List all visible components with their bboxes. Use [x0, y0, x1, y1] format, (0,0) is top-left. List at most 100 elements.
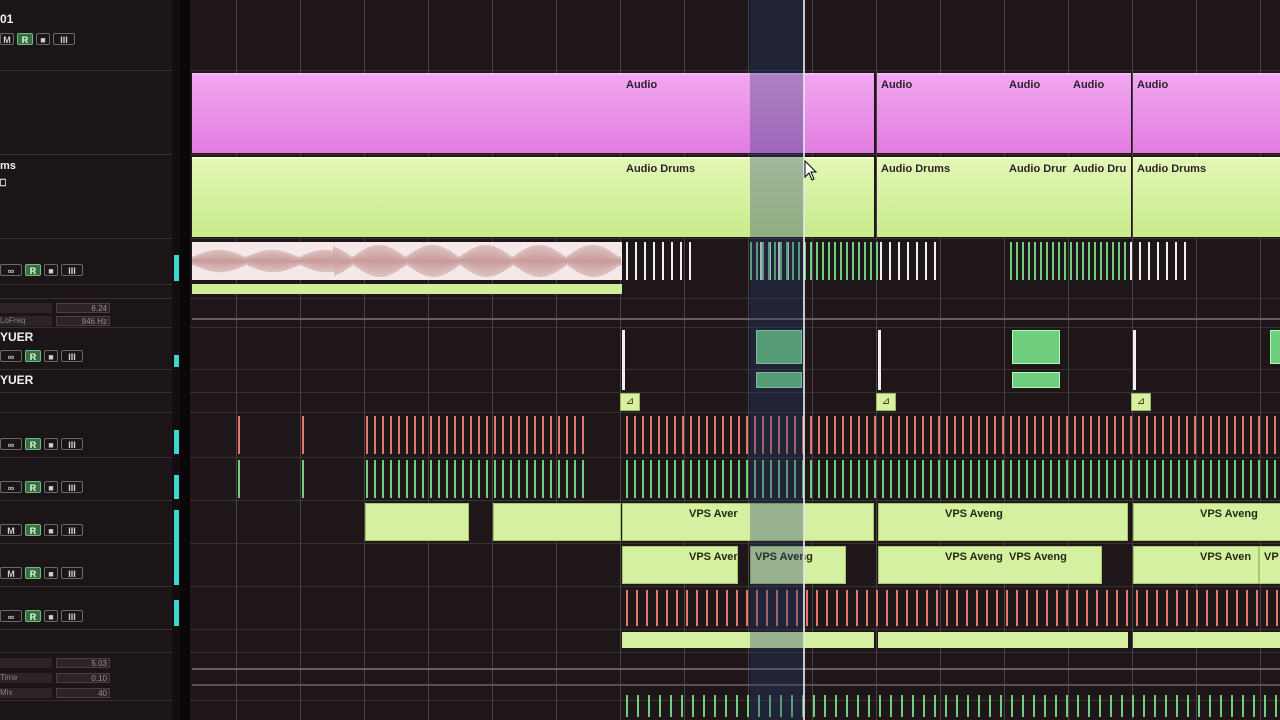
stop-button[interactable]: ■ — [44, 350, 58, 362]
param-value-field[interactable]: 40 — [56, 688, 110, 698]
playhead[interactable] — [803, 0, 805, 720]
stop-button[interactable]: ■ — [44, 524, 58, 536]
waveform-clip[interactable] — [192, 242, 622, 280]
param-value-field[interactable]: 5.03 — [56, 658, 110, 668]
audio-drums-clip[interactable]: Audio Dru — [1069, 157, 1131, 237]
stop-button[interactable]: ■ — [36, 33, 50, 45]
link-button[interactable]: ∞ — [0, 264, 22, 276]
read-automation-button[interactable]: R — [25, 350, 41, 362]
vps-clip[interactable]: VP — [1259, 546, 1280, 584]
mixer-button[interactable]: III — [61, 264, 83, 276]
track-name-5[interactable]: YUER — [0, 373, 33, 387]
pattern-clip[interactable] — [1133, 632, 1280, 648]
vps-clip[interactable]: VPS Aveng — [878, 503, 1128, 541]
hit-stripe — [846, 695, 848, 717]
marker-icon[interactable]: ⊿ — [620, 393, 640, 411]
param-value-field[interactable]: 0.10 — [56, 673, 110, 683]
mixer-button[interactable]: III — [61, 438, 83, 450]
vps-clip[interactable] — [493, 503, 621, 541]
hit-stripe — [681, 695, 683, 717]
mixer-button[interactable]: III — [61, 524, 83, 536]
param-value-field[interactable]: 6.24 — [56, 303, 110, 313]
read-automation-button[interactable]: R — [25, 264, 41, 276]
link-button[interactable]: ∞ — [0, 481, 22, 493]
hit-stripe — [906, 416, 908, 454]
arrangement-view[interactable]: Audio Audio Audio Audio Audio Audio Drum… — [190, 0, 1280, 720]
pattern-clip[interactable] — [622, 632, 874, 648]
hit-stripe — [518, 416, 520, 454]
hit-stripe — [1026, 416, 1028, 454]
vps-clip[interactable]: VPS Aveng — [1133, 503, 1280, 541]
vps-clip[interactable]: VPS Aver — [622, 503, 874, 541]
hit-stripe — [930, 416, 932, 454]
monitor-button[interactable]: M — [0, 567, 22, 579]
event-marker[interactable] — [878, 330, 881, 390]
panel-divider[interactable] — [180, 0, 190, 720]
mixer-button[interactable]: III — [61, 567, 83, 579]
link-button[interactable]: ∞ — [0, 350, 22, 362]
link-button[interactable]: ∞ — [0, 438, 22, 450]
stop-button[interactable]: ■ — [44, 481, 58, 493]
param-value-field[interactable]: 946 Hz — [56, 316, 110, 326]
pattern-clip[interactable] — [878, 632, 1128, 648]
audio-drums-clip[interactable]: Audio Drur — [1005, 157, 1069, 237]
marker-icon[interactable]: ⊿ — [1131, 393, 1151, 411]
stop-button[interactable]: ■ — [44, 610, 58, 622]
row-divider — [0, 154, 172, 155]
hit-stripe — [725, 695, 727, 717]
automation-line — [192, 318, 1280, 320]
mixer-button[interactable]: III — [61, 610, 83, 622]
stop-button[interactable]: ■ — [44, 438, 58, 450]
hit-stripe — [1146, 590, 1148, 626]
audio-drums-clip[interactable] — [192, 157, 622, 237]
pattern-block[interactable] — [1270, 330, 1280, 364]
hit-stripe — [636, 590, 638, 626]
monitor-button[interactable]: M — [0, 524, 22, 536]
vps-clip[interactable]: VPS Aveng VPS Aveng — [878, 546, 1102, 584]
vps-clip[interactable]: VPS Aven — [1133, 546, 1259, 584]
audio-clip[interactable]: Audio — [1005, 73, 1069, 153]
event-marker[interactable] — [1133, 330, 1136, 390]
track-name-1[interactable]: 01 — [0, 12, 13, 26]
read-automation-button[interactable]: R — [17, 33, 33, 45]
hit-stripe — [1242, 460, 1244, 498]
row-divider — [190, 392, 1280, 393]
track-name-4[interactable]: YUER — [0, 330, 33, 344]
vps-clip[interactable] — [365, 503, 469, 541]
automation-line — [192, 668, 1280, 670]
hit-stripe — [1042, 416, 1044, 454]
audio-drums-clip[interactable]: Audio Drums — [622, 157, 874, 237]
audio-clip[interactable]: Audio — [877, 73, 1005, 153]
stop-button[interactable]: ■ — [44, 264, 58, 276]
read-automation-button[interactable]: R — [25, 481, 41, 493]
hit-stripe — [1076, 242, 1078, 280]
read-automation-button[interactable]: R — [25, 524, 41, 536]
audio-drums-clip[interactable]: Audio Drums — [877, 157, 1005, 237]
pattern-block[interactable] — [1012, 372, 1060, 388]
audio-clip[interactable]: Audio — [622, 73, 874, 153]
monitor-button[interactable]: M — [0, 33, 14, 45]
mixer-button[interactable]: III — [53, 33, 75, 45]
event-marker[interactable] — [622, 330, 625, 390]
marker-icon[interactable]: ⊿ — [876, 393, 896, 411]
hit-stripe — [1118, 242, 1120, 280]
stop-button[interactable]: ■ — [44, 567, 58, 579]
read-automation-button[interactable]: R — [25, 567, 41, 579]
hit-stripe — [446, 416, 448, 454]
hit-stripe — [1209, 695, 1211, 717]
hit-stripe — [866, 590, 868, 626]
mixer-button[interactable]: III — [61, 350, 83, 362]
mixer-button[interactable]: III — [61, 481, 83, 493]
audio-clip[interactable]: Audio — [1069, 73, 1131, 153]
link-button[interactable]: ∞ — [0, 610, 22, 622]
vps-clip[interactable]: VPS Aver — [622, 546, 738, 584]
audio-drums-clip[interactable]: Audio Drums — [1133, 157, 1280, 237]
track-name-2[interactable]: ms — [0, 160, 16, 172]
pattern-block[interactable] — [1012, 330, 1060, 364]
audio-clip[interactable] — [192, 73, 622, 153]
audio-clip[interactable]: Audio — [1133, 73, 1280, 153]
hit-stripe — [816, 590, 818, 626]
read-automation-button[interactable]: R — [25, 610, 41, 622]
automation-lane-clip[interactable] — [192, 284, 622, 294]
read-automation-button[interactable]: R — [25, 438, 41, 450]
